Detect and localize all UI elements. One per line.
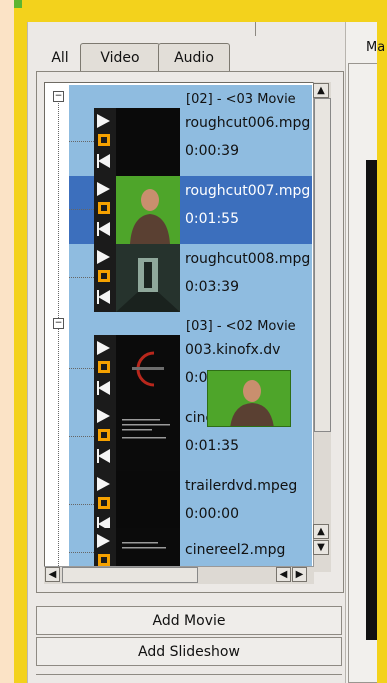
text-card-thumbnail-icon: [116, 403, 180, 471]
rewind-icon[interactable]: [98, 154, 110, 168]
window-border-right: [377, 0, 387, 683]
tree-connector: [69, 368, 94, 369]
window-top-bar: [14, 0, 387, 22]
rewind-icon[interactable]: [98, 449, 110, 463]
tab-all[interactable]: All: [38, 44, 82, 72]
scroll-left-button[interactable]: ◀: [276, 567, 291, 582]
play-icon[interactable]: [97, 477, 110, 491]
collapse-expander[interactable]: −: [53, 318, 64, 329]
film-strip: [94, 176, 116, 244]
tab-video[interactable]: Video: [80, 43, 160, 71]
clip-thumbnail: [116, 335, 180, 403]
window-border-left: [14, 0, 27, 683]
tree-connector: [69, 504, 94, 505]
clip-name: 003.kinofx.dv: [185, 342, 281, 358]
drag-preview-thumbnail: [207, 370, 291, 427]
logo-thumbnail-icon: [116, 335, 180, 403]
rewind-icon[interactable]: [98, 290, 110, 304]
scroll-left-button[interactable]: ◀: [45, 567, 60, 582]
play-icon[interactable]: [97, 409, 110, 423]
clip-duration: 0:01:55: [185, 211, 239, 227]
clip-thumbnail: [116, 176, 180, 244]
person-thumbnail-icon: [130, 189, 170, 244]
panel-divider: [36, 674, 342, 675]
clip-duration: 0:03:39: [185, 279, 239, 295]
scroll-up-button[interactable]: ▲: [313, 524, 329, 539]
rewind-icon[interactable]: [98, 381, 110, 395]
tree-connector: [69, 277, 94, 278]
tree-connector: [69, 436, 94, 437]
clip-thumbnail: [116, 244, 180, 312]
tree-connector: [69, 552, 94, 553]
add-slideshow-button[interactable]: Add Slideshow: [36, 637, 342, 666]
clip-name: roughcut008.mpg: [185, 251, 311, 267]
tree-line: [58, 328, 59, 568]
clip-name: roughcut006.mpg: [185, 115, 311, 131]
stop-icon[interactable]: [98, 270, 110, 282]
clip-name: roughcut007.mpg: [185, 183, 311, 199]
horizontal-scroll-thumb[interactable]: [62, 567, 198, 583]
clip-duration: 0:01:35: [185, 438, 239, 454]
person-thumbnail-icon: [230, 380, 274, 426]
film-strip: [94, 244, 116, 312]
rewind-icon[interactable]: [98, 222, 110, 236]
clip-duration: 0:00:39: [185, 143, 239, 159]
tab-audio[interactable]: Audio: [158, 43, 230, 71]
panel-divider: [255, 22, 256, 36]
stop-icon[interactable]: [98, 202, 110, 214]
clip-thumbnail: [116, 528, 180, 568]
film-strip: [94, 528, 116, 568]
scroll-down-button[interactable]: ▼: [313, 540, 329, 555]
vertical-scroll-thumb[interactable]: [314, 98, 331, 432]
play-icon[interactable]: [97, 182, 110, 196]
clip-thumbnail: [116, 403, 180, 471]
stop-icon[interactable]: [98, 134, 110, 146]
scroll-right-button[interactable]: ▶: [292, 567, 307, 582]
play-icon[interactable]: [97, 534, 110, 548]
window-corner-indicator: [14, 0, 22, 8]
stop-icon[interactable]: [98, 497, 110, 509]
scroll-up-button[interactable]: ▲: [313, 83, 329, 98]
play-icon[interactable]: [97, 114, 110, 128]
media-list-item[interactable]: cinereel2.mpg: [69, 528, 312, 568]
media-list-item-selected[interactable]: roughcut007.mpg 0:01:55: [69, 176, 312, 244]
corridor-thumbnail-icon: [116, 244, 180, 312]
film-strip: [94, 335, 116, 403]
preview-pane-label: Ma: [366, 40, 386, 55]
film-strip: [94, 403, 116, 471]
tree-connector: [69, 209, 94, 210]
clip-name: trailerdvd.mpeg: [185, 478, 298, 494]
media-list-item[interactable]: roughcut008.mpg 0:03:39: [69, 244, 312, 312]
stop-icon[interactable]: [98, 554, 110, 566]
play-icon[interactable]: [97, 341, 110, 355]
clip-name: cinereel2.mpg: [185, 542, 286, 558]
media-list-item[interactable]: roughcut006.mpg 0:00:39: [69, 108, 312, 176]
film-strip: [94, 108, 116, 176]
text-card-thumbnail-icon: [116, 528, 180, 568]
clip-duration: 0:00:00: [185, 506, 239, 522]
stop-icon[interactable]: [98, 429, 110, 441]
add-movie-button[interactable]: Add Movie: [36, 606, 342, 635]
stop-icon[interactable]: [98, 361, 110, 373]
tree-line: [58, 96, 59, 324]
clip-thumbnail: [116, 108, 180, 176]
collapse-expander[interactable]: −: [53, 91, 64, 102]
tree-connector: [69, 141, 94, 142]
preview-canvas: [366, 160, 377, 640]
play-icon[interactable]: [97, 250, 110, 264]
